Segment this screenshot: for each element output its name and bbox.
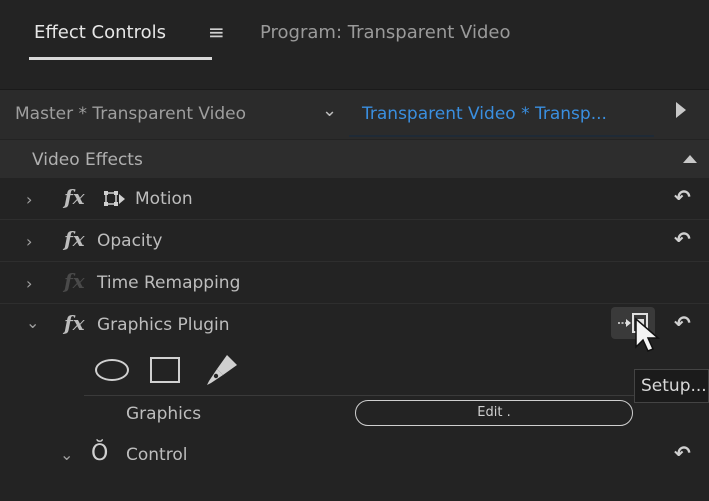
fx-toggle-icon[interactable]: fx [64,311,85,335]
panel-menu-icon[interactable]: ≡ [208,20,225,44]
panel-tab-bar: Effect Controls ≡ Program: Transparent V… [0,0,709,88]
graphics-label: Graphics [126,404,202,424]
tab-effect-controls[interactable]: Effect Controls [34,22,166,43]
stopwatch-icon[interactable]: Ŏ [91,441,108,466]
control-property-row[interactable]: ⌄ Ŏ Control ↶ [0,436,709,476]
expand-chevron-icon[interactable]: › [26,232,32,251]
fx-toggle-icon[interactable]: fx [64,227,85,251]
effect-row-time-remapping[interactable]: › fx Time Remapping [0,263,709,304]
chevron-down-icon[interactable]: ⌄ [322,100,337,121]
shape-tools-row [0,345,709,395]
video-effects-header: Video Effects [0,140,709,178]
effect-name-graphics-plugin: Graphics Plugin [97,315,230,335]
setup-tooltip: Setup... [634,369,709,403]
effect-row-graphics-plugin[interactable]: ⌄ fx Graphics Plugin ↶ [0,305,709,346]
sequence-clip-underline [349,135,654,137]
transform-handles-icon[interactable] [104,190,126,208]
fx-toggle-icon[interactable]: fx [64,269,85,293]
active-tab-underline [29,57,212,60]
fx-toggle-icon[interactable]: fx [64,185,85,209]
collapse-chevron-icon[interactable]: ⌄ [26,313,39,332]
ellipse-tool-icon[interactable] [95,359,129,381]
effect-name-motion: Motion [135,189,193,209]
clip-header-row: Master * Transparent Video ⌄ Transparent… [0,89,709,139]
reset-icon[interactable]: ↶ [674,441,691,465]
sequence-clip-label[interactable]: Transparent Video * Transp... [362,104,607,124]
mouse-cursor-icon [635,317,661,352]
collapse-up-icon[interactable] [683,155,697,163]
effect-row-motion[interactable]: › fx Motion ↶ [0,179,709,220]
graphics-property-row: Graphics Edit . [84,395,709,435]
effect-row-opacity[interactable]: › fx Opacity ↶ [0,221,709,262]
expand-chevron-icon[interactable]: › [26,190,32,209]
pen-tool-icon[interactable] [205,353,239,387]
tab-program-monitor[interactable]: Program: Transparent Video [260,22,510,43]
video-effects-label: Video Effects [32,150,143,170]
collapse-chevron-icon[interactable]: ⌄ [60,445,73,464]
rectangle-tool-icon[interactable] [150,357,180,383]
reset-icon[interactable]: ↶ [674,227,691,251]
effect-name-opacity: Opacity [97,231,163,251]
expand-chevron-icon[interactable]: › [26,274,32,293]
master-clip-label[interactable]: Master * Transparent Video [15,104,246,124]
effect-name-time-remapping: Time Remapping [97,273,241,293]
reset-icon[interactable]: ↶ [674,311,691,335]
edit-button[interactable]: Edit . [355,400,633,426]
play-triangle-icon[interactable] [676,102,686,118]
control-label: Control [126,445,188,465]
reset-icon[interactable]: ↶ [674,185,691,209]
